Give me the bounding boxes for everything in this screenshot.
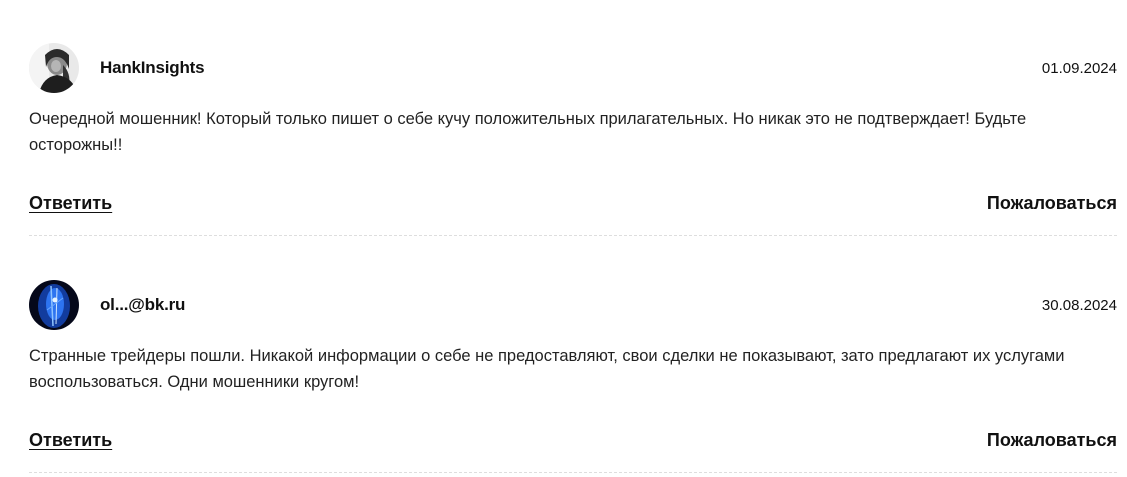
comment-divider [29,472,1117,473]
comment-author[interactable]: HankInsights [100,58,205,78]
comment-actions: Ответить Пожаловаться [29,430,1117,454]
comment-header: HankInsights 01.09.2024 [29,43,1117,95]
comment-actions: Ответить Пожаловаться [29,193,1117,217]
comment-header: ol...@bk.ru 30.08.2024 [29,280,1117,332]
blue-abstract-avatar-icon[interactable] [29,280,79,330]
report-link[interactable]: Пожаловаться [987,193,1117,214]
comment-date: 01.09.2024 [1041,60,1117,77]
comment-item: ol...@bk.ru 30.08.2024 Странные трейдеры… [29,280,1117,473]
user-photo-icon[interactable] [29,43,79,93]
comment-divider [29,235,1117,236]
report-link[interactable]: Пожаловаться [987,430,1117,451]
reply-link[interactable]: Ответить [29,430,112,451]
comment-date: 30.08.2024 [1041,297,1117,314]
comment-text: Странные трейдеры пошли. Никакой информа… [29,347,1065,391]
comment-author[interactable]: ol...@bk.ru [100,295,185,315]
reply-link[interactable]: Ответить [29,193,112,214]
comment-item: HankInsights 01.09.2024 Очередной мошенн… [29,43,1117,236]
comments-list: HankInsights 01.09.2024 Очередной мошенн… [0,0,1127,477]
comment-text: Очередной мошенник! Который только пишет… [29,110,1027,154]
